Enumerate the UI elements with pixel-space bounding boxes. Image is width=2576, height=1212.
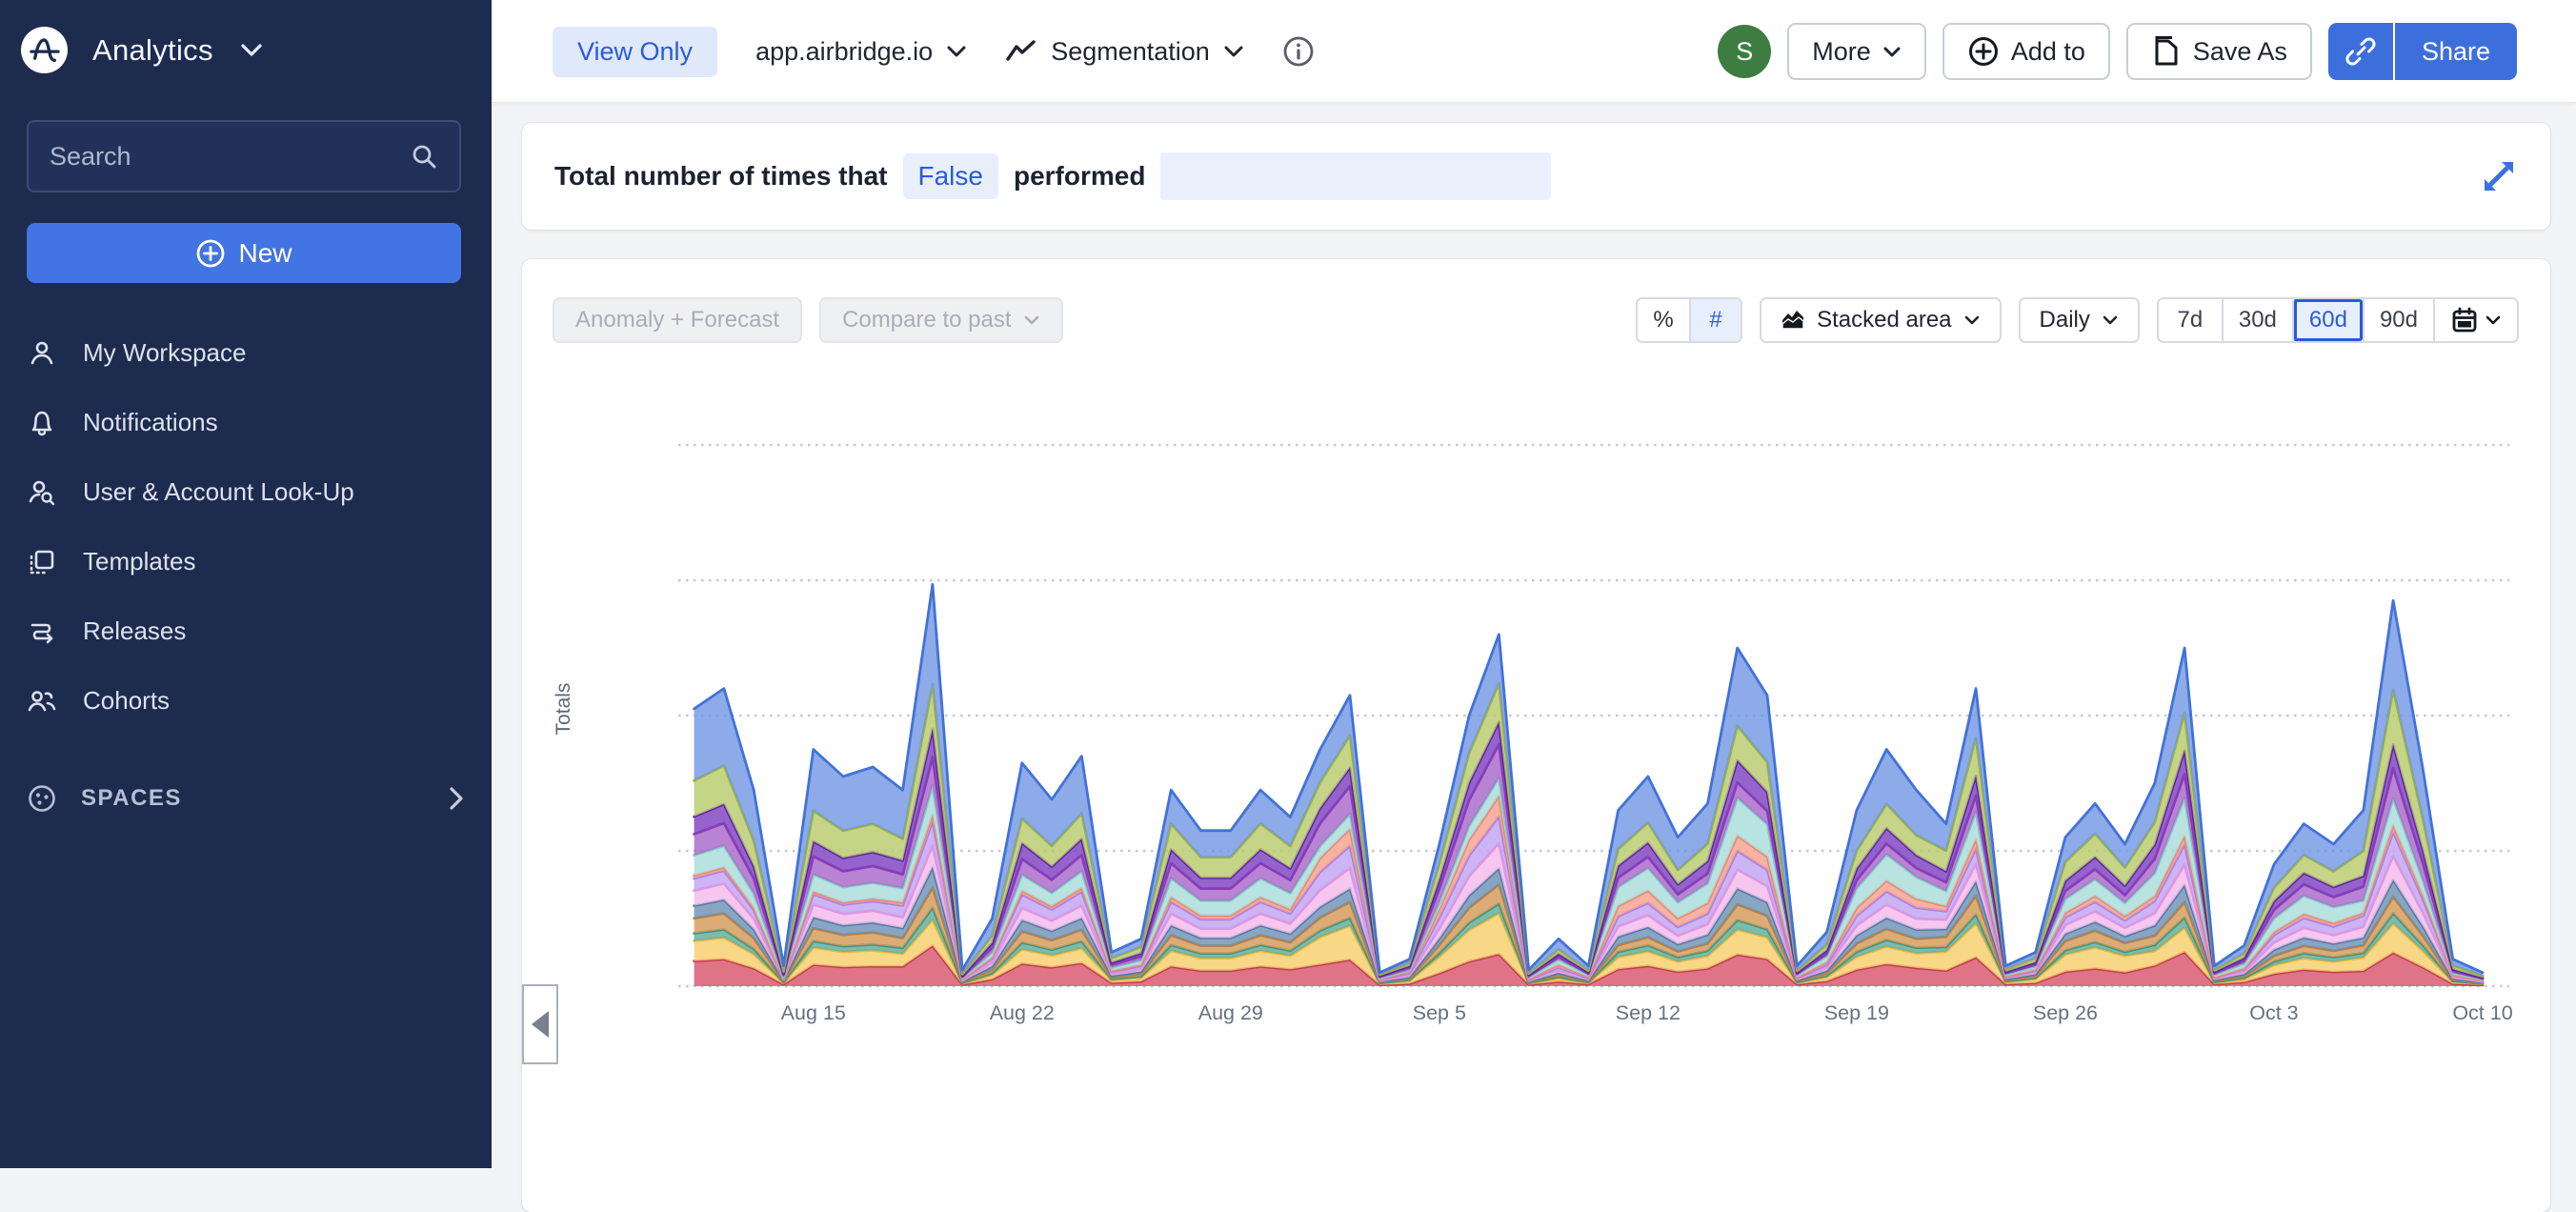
x-tick-label: Sep 19 [1824, 1001, 1889, 1024]
workspace-switcher[interactable]: Analytics [21, 27, 263, 73]
view-only-badge: View Only [553, 27, 717, 77]
sidebar-item-my-workspace[interactable]: My Workspace [0, 318, 492, 388]
plus-circle-icon [195, 238, 226, 269]
project-dropdown[interactable]: app.airbridge.io [755, 37, 967, 67]
chart-title-card: Total number of times that False perform… [522, 123, 2550, 230]
product-name: Analytics [92, 33, 213, 68]
title-prefix: Total number of times that [554, 161, 888, 192]
sidebar-item-user-account-lookup[interactable]: User & Account Look-Up [0, 457, 492, 527]
x-tick-label: Sep 12 [1616, 1001, 1680, 1024]
copy-link-button[interactable] [2328, 23, 2395, 80]
avatar[interactable]: S [1718, 25, 1771, 78]
x-tick-label: Sep 5 [1413, 1001, 1466, 1024]
more-button[interactable]: More [1787, 23, 1926, 80]
x-tick-label: Aug 22 [990, 1001, 1055, 1024]
sidebar-item-templates[interactable]: Templates [0, 527, 492, 596]
line-series-9 [694, 778, 2483, 980]
chart-title: Total number of times that False perform… [554, 123, 1551, 230]
sidebar-search[interactable] [27, 120, 461, 192]
sidebar: Analytics New My Workspace [0, 0, 492, 1168]
share-split-button: Share [2328, 23, 2517, 80]
collapse-panel-handle[interactable] [522, 984, 558, 1064]
new-button[interactable]: New [27, 223, 461, 283]
x-tick-label: Oct 3 [2249, 1001, 2298, 1024]
sidebar-item-notifications[interactable]: Notifications [0, 388, 492, 457]
add-to-button[interactable]: Add to [1942, 23, 2110, 80]
chevron-down-icon [1882, 46, 1902, 58]
sidebar-nav: My Workspace Notifications User & Accoun… [0, 318, 492, 736]
event-chip-redacted[interactable] [1160, 152, 1551, 200]
cohorts-icon [27, 687, 57, 716]
bell-icon [27, 409, 57, 437]
x-tick-label: Oct 10 [2452, 1001, 2512, 1024]
expand-icon [2479, 156, 2519, 196]
y-axis-label: Totals [553, 683, 574, 736]
chevron-down-icon [240, 43, 263, 58]
collapse-left-icon [532, 1011, 549, 1038]
chevron-down-icon [1223, 45, 1244, 58]
title-verb: performed [1014, 161, 1145, 192]
sidebar-item-cohorts[interactable]: Cohorts [0, 666, 492, 736]
trend-line-icon [1005, 39, 1037, 64]
x-tick-label: Sep 26 [2033, 1001, 2098, 1024]
link-icon [2345, 36, 2376, 67]
analysis-type-dropdown[interactable]: Segmentation [1005, 37, 1244, 67]
chart-svg[interactable]: Totals Aug 15 Aug 22 Aug 29 Sep 5 Sep 12 Sep 1… [522, 259, 2550, 1168]
search-icon [410, 142, 438, 171]
x-tick-label: Aug 15 [781, 1001, 846, 1024]
amplitude-logo-icon [21, 27, 68, 73]
share-button[interactable]: Share [2395, 23, 2517, 80]
info-icon[interactable] [1282, 35, 1315, 68]
area-series-9 [694, 778, 2483, 980]
plus-circle-icon [1967, 35, 2000, 68]
area-series-10 [694, 744, 2483, 980]
area-series-12 [694, 683, 2483, 978]
copy-icon [2151, 35, 2182, 68]
user-search-icon [27, 478, 57, 507]
expand-button[interactable] [2476, 153, 2522, 199]
sidebar-item-spaces[interactable]: SPACES [0, 762, 492, 835]
sidebar-item-releases[interactable]: Releases [0, 596, 492, 666]
save-as-button[interactable]: Save As [2126, 23, 2312, 80]
line-series-12 [694, 683, 2483, 976]
spaces-icon [27, 783, 57, 814]
chevron-down-icon [946, 45, 967, 58]
chevron-right-icon [448, 786, 465, 811]
x-tick-label: Aug 29 [1198, 1001, 1263, 1024]
subject-chip[interactable]: False [903, 153, 998, 199]
line-series-13 [694, 584, 2483, 973]
area-series-13 [694, 584, 2483, 976]
search-input[interactable] [50, 142, 410, 172]
line-series-10 [694, 744, 2483, 979]
top-header: View Only app.airbridge.io Segmentation … [492, 0, 2576, 103]
chart-card: Anomaly + Forecast Compare to past % # S… [522, 259, 2550, 1212]
user-icon [27, 339, 57, 368]
template-icon [27, 548, 57, 576]
releases-icon [27, 617, 57, 646]
